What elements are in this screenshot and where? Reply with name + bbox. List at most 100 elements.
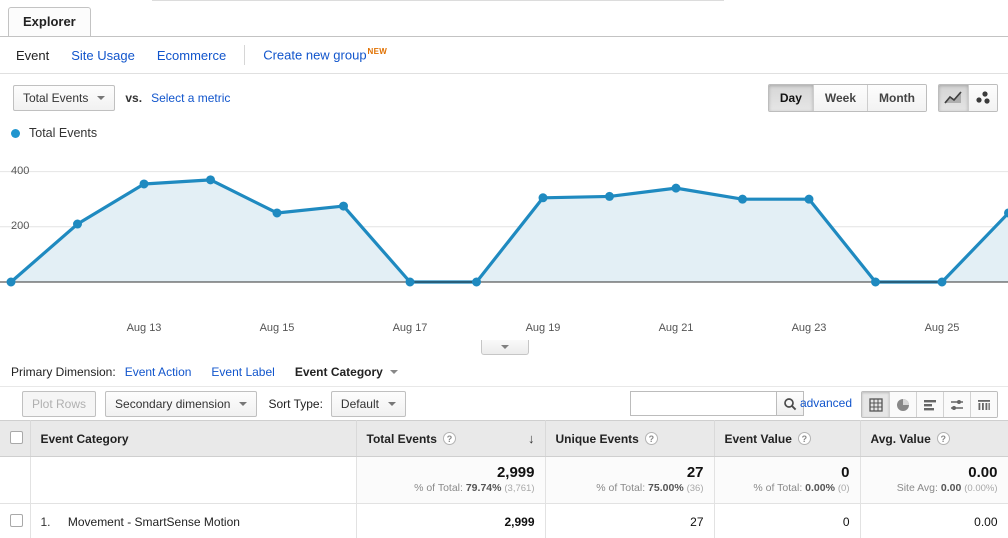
report-subnav: Event Site Usage Ecommerce Create new gr… xyxy=(0,37,1008,74)
summary-sub-label: % of Total: xyxy=(753,482,802,494)
summary-checkbox-cell xyxy=(0,457,30,504)
row-checkbox[interactable] xyxy=(10,514,23,527)
metric-bar: Total Events vs. Select a metric Day Wee… xyxy=(0,74,1008,121)
summary-total-events: 2,999 % of Total: 79.74% (3,761) xyxy=(356,457,545,504)
summary-category-cell xyxy=(30,457,356,504)
summary-unique-events: 27 % of Total: 75.00% (36) xyxy=(545,457,714,504)
summary-sub-label: % of Total: xyxy=(414,482,463,494)
new-badge: NEW xyxy=(368,47,388,56)
column-header-event-category[interactable]: Event Category xyxy=(30,421,356,457)
collapse-chart-button[interactable] xyxy=(481,340,529,355)
performance-view-icon[interactable] xyxy=(943,392,970,417)
dimension-event-category[interactable]: Event Category xyxy=(295,365,398,379)
metric-select-button[interactable]: Total Events xyxy=(13,85,115,111)
summary-subtext: % of Total: 79.74% (3,761) xyxy=(367,481,535,496)
scatter-plot-icon[interactable] xyxy=(968,85,997,111)
legend-series-label: Total Events xyxy=(29,126,97,140)
metric-select-label: Total Events xyxy=(23,91,88,105)
column-header-event-value[interactable]: Event Value ? xyxy=(714,421,860,457)
subnav-item-site-usage[interactable]: Site Usage xyxy=(71,48,135,63)
row-index: 1. xyxy=(41,515,65,529)
pivot-view-icon[interactable] xyxy=(970,392,997,417)
events-table: Event Category Total Events ? ↓ Unique E… xyxy=(0,420,1008,538)
x-axis-tick: Aug 19 xyxy=(526,322,561,334)
plot-rows-button[interactable]: Plot Rows xyxy=(22,391,96,417)
select-a-metric-link[interactable]: Select a metric xyxy=(151,91,230,105)
subnav-item-ecommerce[interactable]: Ecommerce xyxy=(157,48,226,63)
summary-value: 0 xyxy=(725,464,850,481)
sort-type-button[interactable]: Default xyxy=(331,391,406,417)
summary-sub-paren: (36) xyxy=(687,483,704,494)
subnav-divider xyxy=(244,45,245,65)
secondary-dimension-label: Secondary dimension xyxy=(115,397,230,411)
pie-chart-view-icon[interactable] xyxy=(889,392,916,417)
column-label: Event Value xyxy=(725,432,792,446)
column-header-avg-value[interactable]: Avg. Value ? xyxy=(860,421,1008,457)
row-total-events: 2,999 xyxy=(356,504,545,538)
help-icon[interactable]: ? xyxy=(443,432,456,445)
legend-color-dot xyxy=(11,129,20,138)
tab-explorer[interactable]: Explorer xyxy=(8,7,91,36)
summary-subtext: Site Avg: 0.00 (0.00%) xyxy=(871,481,998,496)
row-category-cell: 1. Movement - SmartSense Motion xyxy=(30,504,356,538)
summary-subtext: % of Total: 0.00% (0) xyxy=(725,481,850,496)
row-avg-value: 0.00 xyxy=(860,504,1008,538)
summary-avg-value: 0.00 Site Avg: 0.00 (0.00%) xyxy=(860,457,1008,504)
secondary-dimension-button[interactable]: Secondary dimension xyxy=(105,391,257,417)
table-toolbar: Plot Rows Secondary dimension Sort Type:… xyxy=(0,386,1008,420)
sort-descending-icon: ↓ xyxy=(528,431,535,446)
help-icon[interactable]: ? xyxy=(645,432,658,445)
chart-x-axis-labels: Aug 13Aug 15Aug 17Aug 19Aug 21Aug 23Aug … xyxy=(0,322,1008,340)
dimension-event-label[interactable]: Event Label xyxy=(211,365,274,379)
summary-sub-paren: (0) xyxy=(838,483,850,494)
tab-strip-divider xyxy=(152,0,724,1)
granularity-day[interactable]: Day xyxy=(769,85,813,111)
table-summary-row: 2,999 % of Total: 79.74% (3,761) 27 % of… xyxy=(0,457,1008,504)
chevron-down-icon xyxy=(239,402,247,406)
dimension-event-action[interactable]: Event Action xyxy=(125,365,192,379)
events-area-chart: 200400 xyxy=(0,147,1008,322)
search-input[interactable] xyxy=(630,391,776,416)
chart-legend: Total Events xyxy=(0,121,1008,145)
dimension-event-category-label: Event Category xyxy=(295,365,383,379)
column-header-total-events[interactable]: Total Events ? ↓ xyxy=(356,421,545,457)
chevron-down-icon xyxy=(388,402,396,406)
summary-value: 27 xyxy=(556,464,704,481)
sort-type-value: Default xyxy=(341,397,379,411)
x-axis-tick: Aug 25 xyxy=(925,322,960,334)
table-view-icon[interactable] xyxy=(862,392,889,417)
x-axis-tick: Aug 23 xyxy=(792,322,827,334)
vs-label: vs. xyxy=(125,91,142,105)
granularity-week[interactable]: Week xyxy=(813,85,867,111)
sort-type-label: Sort Type: xyxy=(268,397,322,411)
line-chart-icon[interactable] xyxy=(939,85,968,111)
summary-sub-pct: 0.00% xyxy=(805,482,835,494)
advanced-link[interactable]: advanced xyxy=(800,396,852,410)
column-label: Total Events xyxy=(367,432,437,446)
table-search xyxy=(630,391,804,416)
help-icon[interactable]: ? xyxy=(937,432,950,445)
summary-event-value: 0 % of Total: 0.00% (0) xyxy=(714,457,860,504)
summary-sub-pct: 79.74% xyxy=(466,482,502,494)
subnav-item-event[interactable]: Event xyxy=(16,48,49,63)
chart-controls: Day Week Month xyxy=(768,84,998,112)
row-category-label[interactable]: Movement - SmartSense Motion xyxy=(68,515,240,529)
column-header-unique-events[interactable]: Unique Events ? xyxy=(545,421,714,457)
granularity-month[interactable]: Month xyxy=(867,85,926,111)
granularity-toggle: Day Week Month xyxy=(768,84,927,112)
row-unique-events: 27 xyxy=(545,504,714,538)
help-icon[interactable]: ? xyxy=(798,432,811,445)
summary-sub-paren: (0.00%) xyxy=(964,483,997,494)
x-axis-tick: Aug 15 xyxy=(260,322,295,334)
chevron-down-icon xyxy=(501,345,509,349)
x-axis-tick: Aug 13 xyxy=(127,322,162,334)
bar-chart-view-icon[interactable] xyxy=(916,392,943,417)
table-row[interactable]: 1. Movement - SmartSense Motion 2,999 27… xyxy=(0,504,1008,538)
summary-sub-paren: (3,761) xyxy=(504,483,534,494)
chart-type-toggle xyxy=(938,84,998,112)
x-axis-tick: Aug 21 xyxy=(659,322,694,334)
create-new-group-link[interactable]: Create new groupNEW xyxy=(263,47,387,62)
select-all-checkbox[interactable] xyxy=(10,431,23,444)
chevron-down-icon xyxy=(97,96,105,100)
create-new-group-label: Create new group xyxy=(263,48,366,63)
